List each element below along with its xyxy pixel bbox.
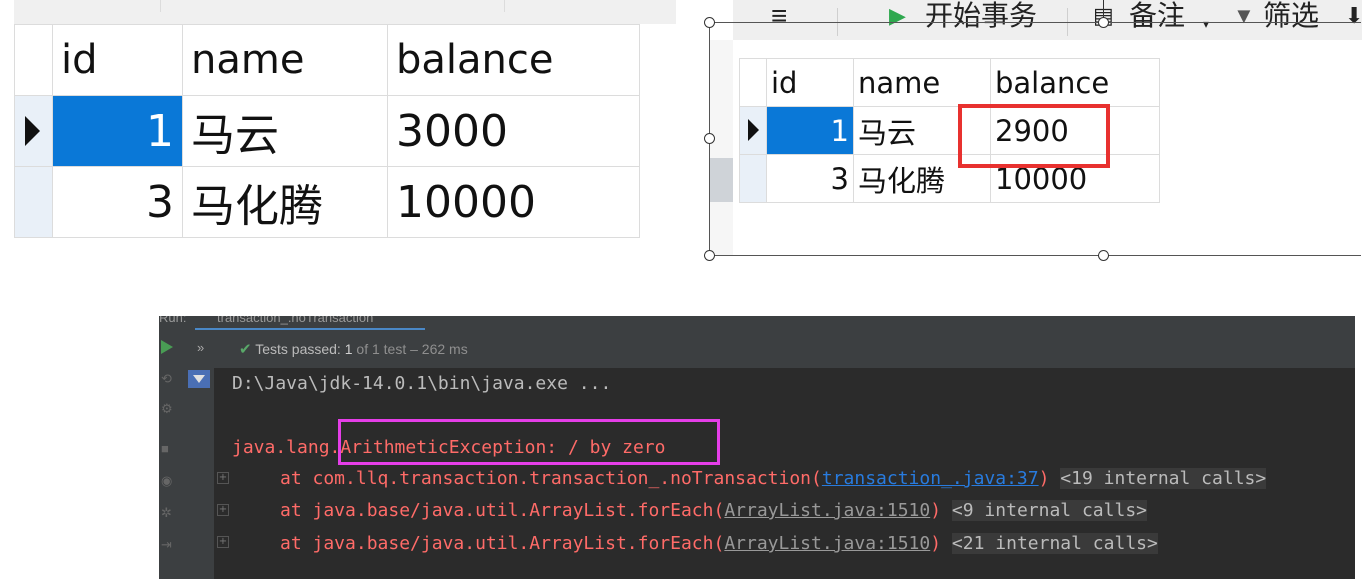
camera-icon[interactable]: ◉	[161, 474, 175, 488]
exit-icon[interactable]: ⇥	[161, 538, 175, 552]
stack-frame-text: at java.base/java.util.ArrayList.forEach…	[280, 500, 725, 521]
console-side-toolbar: ⟲ ⚙ ■ ◉ ✲ ⇥	[159, 368, 214, 579]
source-link[interactable]: ArrayList.java:1510	[724, 500, 930, 521]
cell-balance[interactable]: 2900	[990, 106, 1160, 155]
cell-id[interactable]: 3	[52, 166, 183, 238]
expand-chevron-icon[interactable]: »	[197, 340, 204, 355]
stack-frame-text: at java.base/java.util.ArrayList.forEach…	[280, 533, 725, 554]
note-button[interactable]: 备注	[1129, 2, 1185, 30]
menu-icon[interactable]: ≡	[771, 2, 787, 30]
source-link[interactable]: ArrayList.java:1510	[724, 533, 930, 554]
grid-toolbar-strip	[14, 0, 676, 24]
cell-name[interactable]: 马化腾	[182, 166, 388, 238]
balance-grid-before: id name balance 1 马云 3000 3 马化腾 10000	[0, 0, 680, 245]
exception-line: java.lang.ArithmeticException: / by zero	[232, 435, 665, 461]
run-tab[interactable]: transaction_.noTransaction	[217, 316, 373, 325]
status-detail: of 1 test – 262 ms	[356, 341, 468, 357]
fold-icon[interactable]: +	[217, 536, 229, 548]
run-console: Run: transaction_.noTransaction » ✔ Test…	[159, 316, 1355, 579]
internal-calls[interactable]: <19 internal calls>	[1060, 468, 1267, 489]
row-indicator[interactable]	[14, 166, 53, 238]
fold-icon[interactable]: +	[217, 472, 229, 484]
filter-icon[interactable]: ▼	[1233, 2, 1255, 30]
column-header-name[interactable]: name	[182, 24, 388, 96]
image-gutter	[709, 40, 733, 256]
table-header-row: id name balance	[739, 58, 1160, 107]
column-header-balance[interactable]: balance	[387, 24, 640, 96]
begin-transaction-icon[interactable]: ▶	[889, 2, 906, 30]
resize-handle[interactable]	[1098, 250, 1109, 261]
rerun-icon[interactable]	[161, 340, 173, 354]
stack-frame-suffix: )	[1038, 468, 1050, 489]
cell-name[interactable]: 马化腾	[853, 154, 991, 203]
stack-frame-suffix: )	[930, 533, 942, 554]
source-link[interactable]: transaction_.java:37	[822, 468, 1039, 489]
column-header-balance[interactable]: balance	[990, 58, 1160, 107]
column-header-id[interactable]: id	[766, 58, 854, 107]
fold-icon[interactable]: +	[217, 504, 229, 516]
resize-handle[interactable]	[704, 250, 715, 261]
cell-name[interactable]: 马云	[182, 95, 388, 167]
column-header-id[interactable]: id	[52, 24, 183, 96]
row-indicator[interactable]	[739, 106, 767, 155]
cell-id[interactable]: 3	[766, 154, 854, 203]
cell-id[interactable]: 1	[766, 106, 854, 155]
grid-toolbar: ≡ ▶ 开始事务 ▤ 备注 ▾ ▼ 筛选 ⬇	[733, 0, 1362, 40]
command-line: D:\Java\jdk-14.0.1\bin\java.exe ...	[232, 373, 612, 394]
filter-button[interactable]: 筛选	[1263, 2, 1319, 30]
exception-package: java.lang.	[232, 437, 341, 458]
cell-balance[interactable]: 10000	[990, 154, 1160, 203]
internal-calls[interactable]: <21 internal calls>	[951, 533, 1158, 554]
stack-frame: at java.base/java.util.ArrayList.forEach…	[280, 498, 1147, 524]
check-icon: ✔	[239, 341, 252, 358]
tools-icon[interactable]: ✲	[161, 506, 175, 520]
cell-id[interactable]: 1	[52, 95, 183, 167]
current-row-arrow-icon	[748, 118, 759, 141]
account-table-after: id name balance 1 马云 2900 3 马化腾 10000	[739, 58, 1160, 203]
sort-icon[interactable]: ⬇	[1345, 2, 1362, 30]
current-row-arrow-icon	[25, 115, 40, 146]
history-icon[interactable]: ⟲	[161, 372, 175, 386]
begin-transaction-button[interactable]: 开始事务	[925, 2, 1037, 30]
test-status-bar: » ✔ Tests passed: 1 of 1 test – 262 ms	[159, 330, 1355, 368]
stack-frame-text: at com.llq.transaction.transaction_.noTr…	[280, 468, 822, 489]
resize-handle[interactable]	[704, 17, 715, 28]
internal-calls[interactable]: <9 internal calls>	[951, 500, 1147, 521]
row-indicator[interactable]	[739, 154, 767, 203]
status-count: 1	[344, 341, 353, 357]
account-table-before: id name balance 1 马云 3000 3 马化腾 10000	[14, 24, 640, 238]
console-output[interactable]: D:\Java\jdk-14.0.1\bin\java.exe ... java…	[214, 368, 1355, 579]
test-status: ✔ Tests passed: 1 of 1 test – 262 ms	[239, 340, 468, 358]
stack-frame: at com.llq.transaction.transaction_.noTr…	[280, 466, 1267, 492]
row-indicator-header	[739, 58, 767, 107]
cell-balance[interactable]: 3000	[387, 95, 640, 167]
table-header-row: id name balance	[14, 24, 640, 96]
run-tab-bar: Run: transaction_.noTransaction	[159, 316, 1355, 331]
table-row[interactable]: 3 马化腾 10000	[739, 154, 1160, 203]
resize-handle[interactable]	[704, 133, 715, 144]
cell-name[interactable]: 马云	[853, 106, 991, 155]
exception-message: ArithmeticException: / by zero	[340, 437, 666, 458]
chevron-down-icon[interactable]: ▾	[1203, 10, 1209, 38]
row-indicator[interactable]	[14, 95, 53, 167]
collapse-output-icon[interactable]	[188, 370, 210, 388]
status-passed-label: Tests passed:	[255, 341, 341, 357]
rotate-handle-stem	[1103, 0, 1104, 18]
table-row[interactable]: 1 马云 2900	[739, 106, 1160, 155]
settings-icon[interactable]: ⚙	[161, 402, 175, 416]
balance-grid-after: ≡ ▶ 开始事务 ▤ 备注 ▾ ▼ 筛选 ⬇ id name balance 1…	[709, 0, 1362, 256]
stack-frame-suffix: )	[930, 500, 942, 521]
table-row[interactable]: 1 马云 3000	[14, 95, 640, 167]
cell-balance[interactable]: 10000	[387, 166, 640, 238]
stack-frame: at java.base/java.util.ArrayList.forEach…	[280, 531, 1158, 557]
row-indicator-header	[14, 24, 53, 96]
run-label: Run:	[159, 316, 187, 325]
stop-icon[interactable]: ■	[161, 442, 175, 456]
resize-handle[interactable]	[1098, 17, 1109, 28]
table-row[interactable]: 3 马化腾 10000	[14, 166, 640, 238]
column-header-name[interactable]: name	[853, 58, 991, 107]
